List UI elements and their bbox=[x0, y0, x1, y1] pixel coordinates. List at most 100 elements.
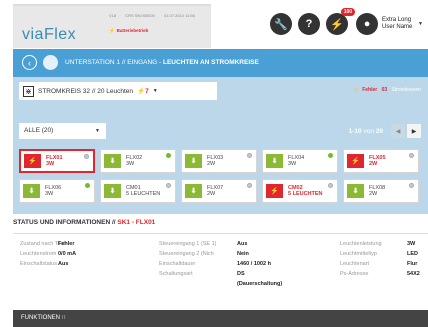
help-button[interactable]: ? bbox=[298, 13, 321, 35]
back-button[interactable]: ‹ bbox=[22, 55, 37, 70]
breadcrumb-bar: ‹ UNTERSTATION 1 // EINGANG - LEUCHTEN A… bbox=[13, 49, 428, 77]
tile-label: FLX08 2W bbox=[369, 184, 386, 198]
status-field: Leuchtenart Flur bbox=[340, 261, 418, 267]
status-title: STATUS UND INFORMATIONEN // SK1 - FLX01 bbox=[13, 219, 156, 226]
chevron-left-icon: ◀ bbox=[395, 128, 401, 135]
status-dot bbox=[328, 153, 333, 158]
lightning-icon: ⚡ bbox=[137, 88, 146, 95]
user-name: Extra Long User Name bbox=[382, 17, 413, 30]
brand-panel: viaFlex V18 CRS SN:000000 01.07.2014 11:… bbox=[13, 4, 211, 48]
status-dot bbox=[85, 183, 90, 188]
luminaire-tile[interactable]: ⬇ FLX04 3W bbox=[262, 149, 338, 173]
luminaire-icon: ⬇ bbox=[185, 154, 202, 168]
status-field: Schaltungsart DS bbox=[159, 271, 245, 277]
circuit-label: STROMKREIS 32 // 20 Leuchten bbox=[38, 87, 134, 95]
chevron-right-icon: ▶ bbox=[411, 128, 417, 135]
main-panel: ‹ UNTERSTATION 1 // EINGANG - LEUCHTEN A… bbox=[13, 49, 428, 214]
tile-label: FLX01 3W bbox=[46, 154, 63, 168]
filter-row: ALLE (20) ▼ 1-10 von 20 ◀ ▶ bbox=[19, 123, 421, 139]
tile-label: CM01 5 Leuchten bbox=[126, 184, 161, 198]
tile-label: FLX06 3W bbox=[45, 184, 62, 198]
wrench-button[interactable]: 🔧 bbox=[270, 13, 293, 35]
luminaire-tile[interactable]: ⬇ FLX07 2W bbox=[181, 179, 257, 203]
divider bbox=[13, 233, 428, 234]
status-dot bbox=[247, 153, 252, 158]
luminaire-icon: ⬇ bbox=[347, 184, 364, 198]
luminaire-tile[interactable]: ⬇ CM01 5 Leuchten bbox=[100, 179, 176, 203]
lightning-icon: ⚡ bbox=[24, 154, 41, 168]
breadcrumb-path[interactable]: UNTERSTATION 1 // EINGANG - bbox=[65, 59, 161, 66]
status-field: Steuereingang 2 (Nich Nein bbox=[159, 251, 249, 257]
status-field: Leuchtenstrom 0/0 mA bbox=[20, 251, 77, 257]
battery-status: ⚡ Batteriebetrieb bbox=[109, 28, 149, 33]
status-field: Leuchtenleistung 3W bbox=[340, 241, 416, 247]
lightning-icon: ⚡ bbox=[352, 87, 360, 93]
datetime-label: 01.07.2014 11:56 bbox=[163, 13, 195, 18]
status-field: Einschaltstatus Aus bbox=[20, 261, 69, 267]
version-label: V18 bbox=[109, 13, 117, 18]
prev-page-button[interactable]: ◀ bbox=[391, 124, 405, 138]
next-page-button[interactable]: ▶ bbox=[407, 124, 421, 138]
breadcrumb: UNTERSTATION 1 // EINGANG - LEUCHTEN AN … bbox=[65, 59, 259, 66]
luminaire-tile[interactable]: ⚡ FLX01 3W bbox=[19, 149, 95, 173]
alerts-button[interactable]: ⚡ 100 bbox=[326, 8, 356, 35]
luminaire-icon: ⬇ bbox=[104, 154, 121, 168]
grid-icon: ∷ bbox=[61, 315, 66, 321]
luminaire-tile[interactable]: ⬇ FLX06 3W bbox=[19, 179, 95, 203]
circuit-row: ⋇ STROMKREIS 32 // 20 Leuchten ⚡ 7 ▼ ⚡ Fe… bbox=[19, 82, 421, 100]
circuit-select[interactable]: ⋇ STROMKREIS 32 // 20 Leuchten ⚡ 7 ▼ bbox=[19, 82, 217, 100]
chevron-down-icon: ▼ bbox=[418, 21, 423, 27]
status-dot bbox=[247, 183, 252, 188]
header-actions: 🔧 ? ⚡ 100 ● Extra Long User Name ▼ bbox=[270, 8, 423, 37]
chevron-left-icon: ‹ bbox=[28, 57, 31, 68]
luminaire-tile[interactable]: ⚡ FLX05 2W bbox=[343, 149, 419, 173]
user-menu[interactable]: ● Extra Long User Name ▼ bbox=[356, 13, 423, 35]
luminaire-icon: ⬇ bbox=[266, 154, 283, 168]
luminaire-icon: ⬇ bbox=[185, 184, 202, 198]
notification-badge: 100 bbox=[340, 8, 356, 16]
page-range: 1-10 von 20 bbox=[348, 127, 383, 135]
luminaire-tile[interactable]: ⬇ FLX08 2W bbox=[343, 179, 419, 203]
status-dot bbox=[84, 154, 89, 159]
status-dot bbox=[409, 183, 414, 188]
device-label: CRS SN:000000 bbox=[125, 13, 155, 18]
wrench-icon: 🔧 bbox=[274, 18, 288, 31]
status-dot bbox=[166, 183, 171, 188]
tile-label: FLX07 2W bbox=[207, 184, 224, 198]
circuit-status: ⚡ Fehler 03 Stromkreisen bbox=[352, 87, 421, 93]
help-icon: ? bbox=[305, 18, 313, 30]
status-count: 03 bbox=[381, 87, 388, 93]
tile-label: FLX03 2W bbox=[207, 154, 224, 168]
luminaire-tile[interactable]: ⬇ FLX02 3W bbox=[100, 149, 176, 173]
tile-label: FLX05 2W bbox=[369, 154, 386, 168]
status-field: Steuereingang 1 (SE 1) Aus bbox=[159, 241, 248, 247]
filter-select[interactable]: ALLE (20) ▼ bbox=[19, 123, 106, 139]
circuit-error-count: 7 bbox=[145, 87, 149, 95]
luminaire-icon: ⬇ bbox=[104, 184, 121, 198]
lightning-icon: ⚡ bbox=[266, 184, 283, 198]
status-field: Ps-Adresse 54X2 bbox=[340, 271, 420, 277]
device-meta: V18 CRS SN:000000 01.07.2014 11:56 bbox=[109, 13, 203, 18]
logo: viaFlex bbox=[22, 26, 77, 43]
bolt-icon: ⚡ bbox=[109, 28, 115, 33]
status-dot bbox=[328, 183, 333, 188]
lightning-icon: ⚡ bbox=[330, 18, 344, 31]
network-icon bbox=[43, 55, 58, 70]
user-avatar-icon: ● bbox=[356, 13, 379, 35]
chevron-down-icon: ▼ bbox=[152, 88, 158, 94]
app-header: viaFlex V18 CRS SN:000000 01.07.2014 11:… bbox=[0, 0, 428, 48]
status-field: Leuchtmitteltyp LED bbox=[340, 251, 418, 257]
status-dot bbox=[166, 153, 171, 158]
status-dot bbox=[409, 153, 414, 158]
status-field: Zustand nach Test Fehler bbox=[20, 241, 75, 247]
pagination: 1-10 von 20 ◀ ▶ bbox=[349, 123, 421, 139]
status-field: Einschaltdauer 1460 / 1002 h bbox=[159, 261, 271, 267]
chevron-down-icon: ▼ bbox=[95, 128, 100, 134]
tile-label: FLX04 3W bbox=[288, 154, 305, 168]
functions-bar[interactable]: FUNKTIONEN ∷ bbox=[13, 310, 428, 327]
breadcrumb-current: LEUCHTEN AN STROMKREISE bbox=[163, 59, 259, 66]
tile-label: FLX02 3W bbox=[126, 154, 143, 168]
luminaire-tile[interactable]: ⚡ CM02 5 Leuchten bbox=[262, 179, 338, 203]
luminaire-tile[interactable]: ⬇ FLX03 2W bbox=[181, 149, 257, 173]
tile-label: CM02 5 Leuchten bbox=[288, 184, 323, 198]
